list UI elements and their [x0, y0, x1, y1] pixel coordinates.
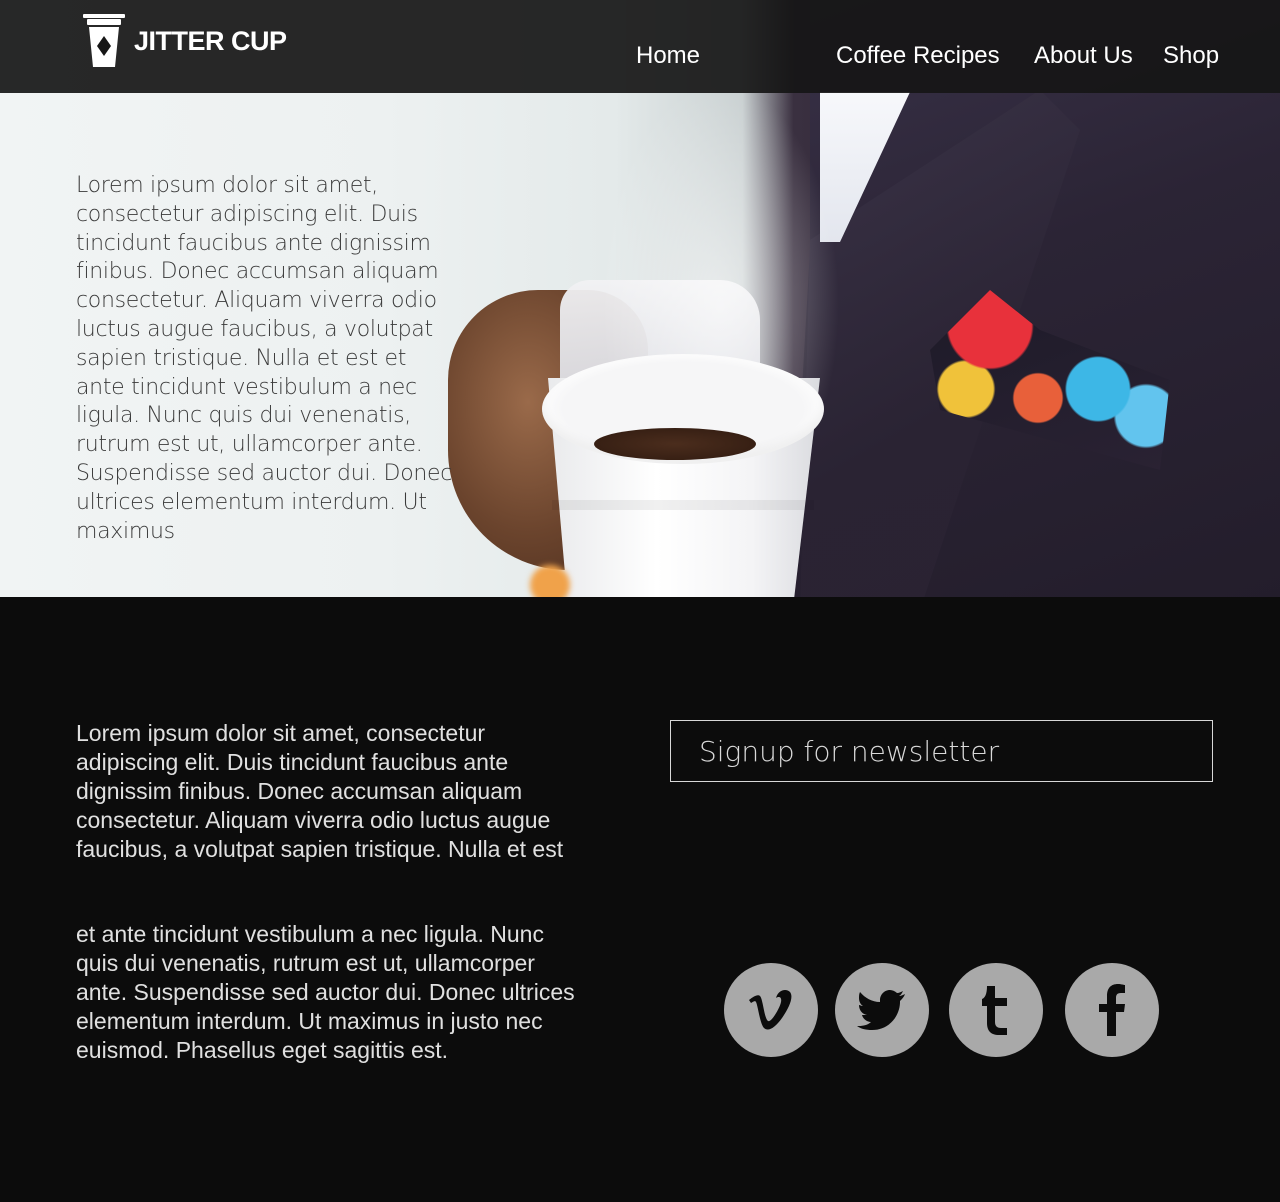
- brand-home-link[interactable]: JITTER CUP: [82, 13, 287, 69]
- content-section: [0, 597, 1280, 1202]
- nav-about-us[interactable]: About Us: [1034, 42, 1133, 70]
- top-navbar: JITTER CUP Home Coffee Recipes About Us …: [0, 0, 1280, 93]
- hero-steam-image: [600, 80, 840, 400]
- facebook-link[interactable]: [1065, 963, 1159, 1057]
- hero-cup-ridge: [552, 500, 814, 510]
- tumblr-icon: [982, 986, 1007, 1035]
- hero-coffee-image: [594, 428, 756, 460]
- coffee-cup-icon: [83, 14, 125, 67]
- content-paragraph-1: Lorem ipsum dolor sit amet, consectetur …: [76, 720, 564, 862]
- vimeo-icon: [749, 990, 792, 1030]
- facebook-icon: [1099, 984, 1125, 1036]
- nav-coffee-recipes[interactable]: Coffee Recipes: [836, 42, 1000, 70]
- content-paragraph-2: et ante tincidunt vestibulum a nec ligul…: [76, 921, 575, 1063]
- nav-home[interactable]: Home: [636, 42, 700, 70]
- newsletter-signup-input[interactable]: [670, 720, 1213, 782]
- hero-background-bokeh: [530, 565, 570, 597]
- twitter-link[interactable]: [835, 963, 929, 1057]
- hero-text: Lorem ipsum dolor sit amet, consectetur …: [76, 173, 453, 544]
- nav-shop[interactable]: Shop: [1163, 42, 1219, 70]
- tumblr-link[interactable]: [949, 963, 1043, 1057]
- vimeo-link[interactable]: [724, 963, 818, 1057]
- twitter-icon: [857, 990, 905, 1030]
- brand-name: JITTER CUP: [134, 25, 287, 56]
